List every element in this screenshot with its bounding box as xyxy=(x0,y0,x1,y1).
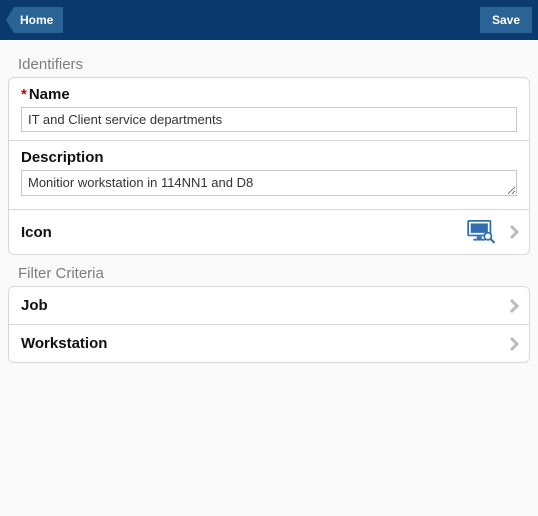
workstation-label: Workstation xyxy=(21,335,107,352)
icon-right-container xyxy=(467,220,517,244)
name-input[interactable] xyxy=(21,107,517,132)
description-label: Description xyxy=(21,149,517,166)
job-label: Job xyxy=(21,297,48,314)
content-area: Identifiers *Name Description Icon xyxy=(0,40,538,369)
chevron-right-icon xyxy=(505,225,519,239)
home-button-label: Home xyxy=(20,13,53,27)
chevron-right-icon xyxy=(505,298,519,312)
filter-criteria-group: Job Workstation xyxy=(8,286,530,363)
identifiers-group: *Name Description Icon xyxy=(8,77,530,255)
filter-criteria-section-title: Filter Criteria xyxy=(8,255,530,286)
name-label-text: Name xyxy=(29,86,70,103)
top-bar: Home Save xyxy=(0,0,538,40)
workstation-cell[interactable]: Workstation xyxy=(9,325,529,362)
icon-cell[interactable]: Icon xyxy=(9,210,529,254)
monitor-search-icon xyxy=(467,220,495,244)
name-cell: *Name xyxy=(9,78,529,141)
home-button[interactable]: Home xyxy=(14,7,63,33)
job-cell[interactable]: Job xyxy=(9,287,529,325)
description-cell: Description xyxy=(9,141,529,210)
identifiers-section-title: Identifiers xyxy=(8,46,530,77)
chevron-right-icon xyxy=(505,336,519,350)
description-input[interactable] xyxy=(21,170,517,196)
icon-label: Icon xyxy=(21,224,52,241)
name-label: *Name xyxy=(21,86,517,103)
required-marker: * xyxy=(21,86,27,103)
save-button[interactable]: Save xyxy=(480,7,532,33)
save-button-label: Save xyxy=(492,13,520,27)
